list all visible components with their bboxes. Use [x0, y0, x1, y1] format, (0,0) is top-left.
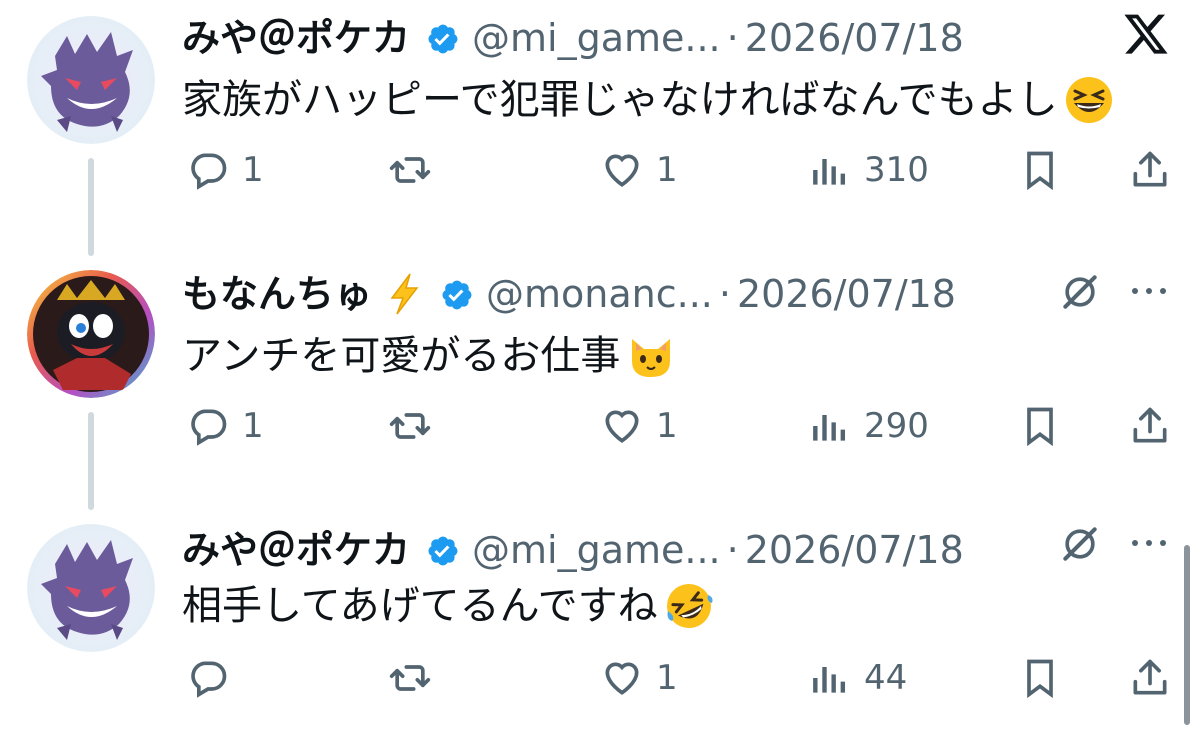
share-button[interactable]: [1128, 148, 1172, 192]
heart-icon: [605, 410, 639, 443]
like-button[interactable]: 1: [600, 404, 678, 448]
views-button[interactable]: 44: [808, 656, 907, 700]
like-count: 1: [656, 406, 678, 446]
post-date[interactable]: 2026/07/18: [745, 526, 964, 574]
user-handle[interactable]: @mi_game...: [472, 526, 721, 574]
share-button[interactable]: [1128, 656, 1172, 700]
reply-button[interactable]: 1: [186, 148, 264, 192]
reply-icon: [191, 153, 227, 190]
share-button[interactable]: [1128, 404, 1172, 448]
user-handle[interactable]: @mi_game...: [472, 14, 721, 62]
more-options-icon[interactable]: [1126, 528, 1172, 558]
retweet-button[interactable]: [388, 148, 432, 192]
heart-icon: [605, 662, 639, 695]
display-name[interactable]: みや＠ポケカ: [182, 526, 410, 574]
views-chart-icon: [813, 667, 846, 693]
heart-icon: [605, 154, 639, 187]
reply-count: 1: [242, 406, 264, 446]
reply-button[interactable]: 1: [186, 404, 264, 448]
share-icon: [1133, 407, 1167, 443]
view-count: 44: [864, 658, 908, 698]
bookmark-icon: [1027, 151, 1053, 191]
like-button[interactable]: 1: [600, 656, 678, 700]
views-button[interactable]: 310: [808, 148, 929, 192]
like-button[interactable]: 1: [600, 148, 678, 192]
rolling-on-floor-laughing-emoji-icon: [664, 581, 714, 631]
tweet-text: アンチを可愛がるお仕事: [182, 333, 621, 379]
verified-badge-icon: [438, 276, 474, 312]
bookmark-icon: [1027, 659, 1053, 699]
grok-icon[interactable]: [1058, 270, 1102, 314]
grok-icon[interactable]: [1058, 522, 1102, 566]
cat-face-emoji-icon: [626, 331, 676, 381]
display-name[interactable]: もなんちゅ: [182, 270, 372, 318]
retweet-button[interactable]: [388, 404, 432, 448]
gengar-avatar[interactable]: [27, 524, 155, 652]
grinning-squinting-face-emoji-icon: [1064, 75, 1114, 125]
view-count: 310: [864, 150, 929, 190]
bookmark-button[interactable]: [1018, 656, 1062, 700]
verified-badge-icon: [424, 532, 460, 568]
separator-dot: ·: [718, 272, 731, 316]
retweet-icon: [389, 413, 431, 439]
views-chart-icon: [813, 415, 846, 441]
x-logo-icon[interactable]: [1120, 10, 1172, 58]
post-date[interactable]: 2026/07/18: [737, 270, 956, 318]
tweet-text: 家族がハッピーで犯罪じゃなければなんでもよし: [182, 77, 1058, 123]
retweet-button[interactable]: [388, 656, 432, 700]
bookmark-button[interactable]: [1018, 404, 1062, 448]
retweet-icon: [389, 157, 431, 183]
views-button[interactable]: 290: [808, 404, 929, 448]
display-name[interactable]: みや＠ポケカ: [182, 14, 410, 62]
share-icon: [1133, 151, 1167, 187]
user-handle[interactable]: @monanc...: [486, 270, 713, 318]
separator-dot: ·: [726, 16, 739, 60]
share-icon: [1133, 659, 1167, 695]
scrollbar[interactable]: [1184, 545, 1190, 725]
separator-dot: ·: [726, 528, 739, 572]
retweet-icon: [389, 665, 431, 691]
reply-count: 1: [242, 150, 264, 190]
view-count: 290: [864, 406, 929, 446]
reply-button[interactable]: [186, 656, 242, 700]
views-chart-icon: [813, 159, 846, 185]
bookmark-icon: [1027, 407, 1053, 447]
reply-icon: [191, 661, 227, 698]
high-voltage-emoji-icon: [384, 272, 424, 316]
verified-badge-icon: [424, 20, 460, 56]
more-options-icon[interactable]: [1126, 276, 1172, 306]
like-count: 1: [656, 150, 678, 190]
tweet-text: 相手してあげてるんですね: [182, 583, 658, 629]
post-date[interactable]: 2026/07/18: [745, 14, 964, 62]
morgana-avatar[interactable]: [27, 270, 155, 398]
bookmark-button[interactable]: [1018, 148, 1062, 192]
reply-icon: [191, 409, 227, 446]
gengar-avatar[interactable]: [27, 16, 155, 144]
like-count: 1: [656, 658, 678, 698]
